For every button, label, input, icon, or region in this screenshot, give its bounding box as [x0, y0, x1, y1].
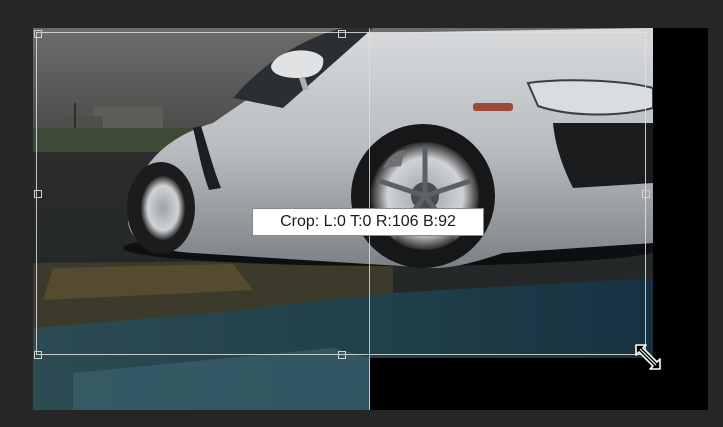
- crop-handle-right[interactable]: [642, 190, 650, 198]
- crop-values-tooltip: Crop: L:0 T:0 R:106 B:92: [252, 208, 484, 236]
- crop-handle-top-left[interactable]: [34, 30, 42, 38]
- crop-handle-bottom-left[interactable]: [34, 351, 42, 359]
- crop-handle-bottom[interactable]: [338, 351, 346, 359]
- resize-diagonal-cursor-icon: [633, 342, 663, 372]
- video-viewer: Crop: L:0 T:0 R:106 B:92: [0, 0, 723, 427]
- crop-handle-top-right[interactable]: [642, 30, 650, 38]
- crop-handle-top[interactable]: [338, 30, 346, 38]
- crop-handle-left[interactable]: [34, 190, 42, 198]
- crop-rectangle[interactable]: [36, 32, 646, 355]
